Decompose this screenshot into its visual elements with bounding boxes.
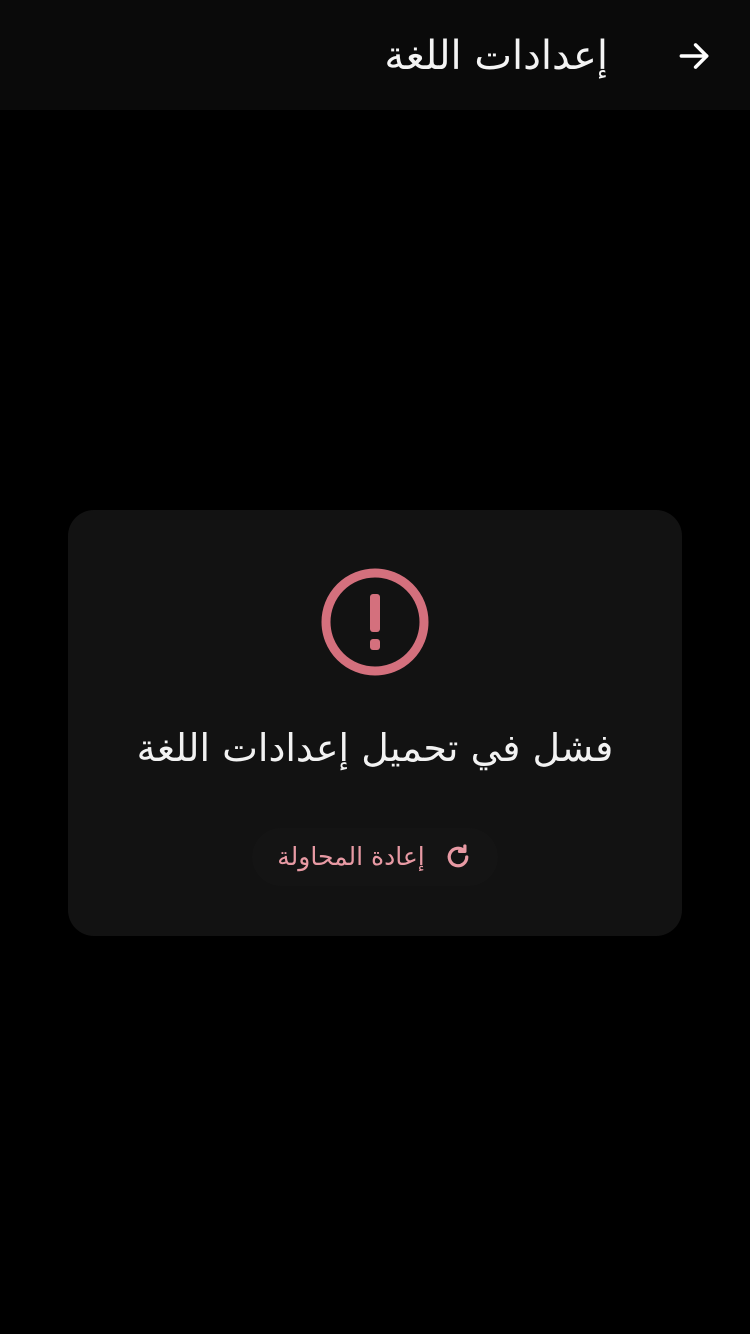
error-message: فشل في تحميل إعدادات اللغة <box>136 726 614 770</box>
back-button[interactable] <box>664 26 724 86</box>
page-title: إعدادات اللغة <box>384 33 608 79</box>
retry-button[interactable]: إعادة المحاولة <box>252 828 498 886</box>
retry-button-label: إعادة المحاولة <box>277 842 425 871</box>
alert-circle-icon <box>321 568 429 676</box>
app-bar: إعدادات اللغة <box>0 0 750 110</box>
error-card: فشل في تحميل إعدادات اللغة إعادة المحاول… <box>68 510 682 936</box>
arrow-right-icon <box>679 43 709 69</box>
refresh-icon <box>447 844 469 868</box>
